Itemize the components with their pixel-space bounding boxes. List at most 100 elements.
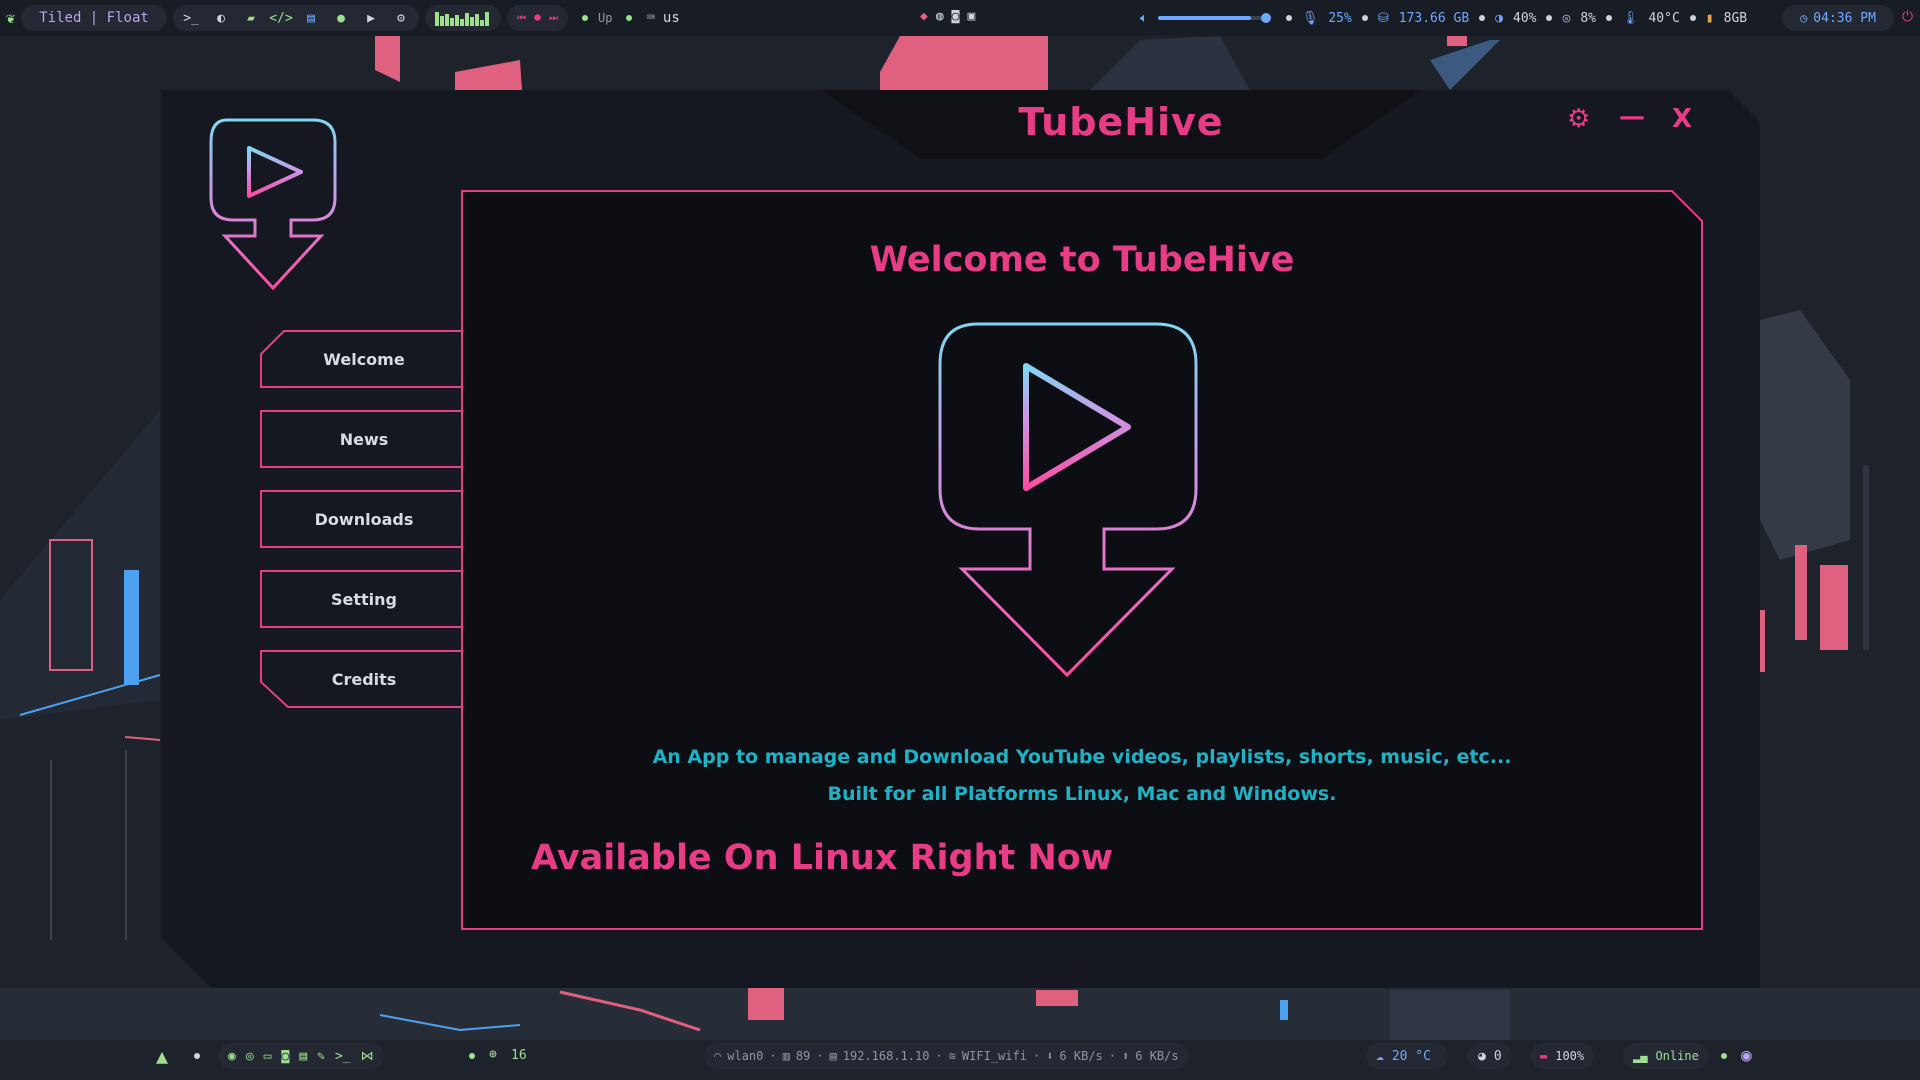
memory-usage[interactable]: 8GB [1724, 11, 1747, 26]
battery-widget[interactable]: ▬ 100% [1530, 1043, 1595, 1069]
workspace-indicator[interactable] [425, 5, 502, 31]
app-title: TubeHive [1018, 100, 1224, 144]
status-dot [582, 15, 589, 21]
volume-slider-fill [1157, 16, 1252, 20]
volume-icon[interactable]: 🔈︎ [1140, 11, 1148, 26]
power-icon[interactable]: ⏻ [1902, 9, 1913, 25]
disk-icon: ⛁ [1377, 10, 1389, 26]
network-interface: wlan0 [727, 1049, 764, 1063]
terminal-icon[interactable]: >_ [335, 1049, 351, 1064]
youtube-icon[interactable]: ▶ [363, 10, 379, 26]
signal-strength: 89 [795, 1049, 811, 1063]
status-dot [1479, 15, 1486, 21]
headset-icon[interactable]: ◍ [936, 9, 944, 24]
leaf-logo-icon[interactable]: ❦ [6, 9, 15, 27]
tubehive-hero-logo-icon [938, 322, 1198, 678]
next-icon[interactable]: ⏭ [549, 13, 558, 24]
app-launcher-group: >_ ◐ ▰ </> ▤ ● ▶ ⚙ [173, 5, 420, 31]
description-line-1: An App to manage and Download YouTube vi… [652, 746, 1512, 768]
microphone-icon: 🎙︎ [1301, 10, 1319, 26]
previous-icon[interactable]: ⏮ [517, 13, 526, 24]
battery-level: 100% [1555, 1049, 1585, 1063]
blender-icon[interactable]: ◉ [1741, 1045, 1752, 1066]
app-tray-icon[interactable]: ◆ [920, 9, 928, 24]
arch-logo-icon[interactable]: ▲ [156, 1044, 168, 1068]
clock-time: 04:36 PM [1813, 10, 1876, 26]
battery-icon: ▬ [1540, 1049, 1548, 1063]
status-dot [1721, 1053, 1727, 1059]
controller-icon[interactable]: ▣ [967, 9, 975, 24]
firefox-icon[interactable]: ◐ [213, 10, 229, 26]
status-dot [626, 15, 633, 21]
memory-icon: ▮ [1705, 10, 1714, 26]
notes-icon[interactable]: ▤ [303, 10, 319, 26]
welcome-heading: Welcome to TubeHive [869, 240, 1295, 280]
network-info[interactable]: ◠ wlan0 · ▥ 89 · ▤ 192.168.1.10 · ≋ WIFI… [704, 1043, 1189, 1069]
github-widget[interactable]: ◕ 0 [1468, 1043, 1512, 1069]
signal-icon: ▥ [782, 1049, 790, 1063]
nav-label: Welcome [323, 349, 405, 369]
nav-setting[interactable]: Setting [260, 570, 468, 628]
terminal-icon[interactable]: >_ [183, 10, 199, 26]
discord-icon[interactable]: ◙ [281, 1049, 289, 1064]
workspace-bars-icon [435, 12, 490, 26]
ip-icon: ▤ [829, 1049, 837, 1063]
nav-credits[interactable]: Credits [260, 650, 468, 708]
volume-slider-handle[interactable] [1260, 13, 1271, 23]
tray-icons: ◆ ◍ ◙ ▣ [920, 9, 975, 24]
updates-label[interactable]: Up [598, 11, 612, 25]
content-panel: Welcome to TubeHive An App to manage and… [461, 190, 1703, 930]
laptop-icon[interactable]: ▭ [264, 1049, 272, 1064]
status-dot [1605, 15, 1612, 21]
settings-gear-icon[interactable]: ⚙ [1567, 104, 1590, 134]
connection-status[interactable]: ▂▄ Online [1623, 1043, 1709, 1069]
workspace-count[interactable]: 16 [511, 1048, 527, 1063]
mic-level[interactable]: 25% [1328, 11, 1351, 26]
files-icon[interactable]: ▰ [243, 10, 259, 26]
minimize-button[interactable]: — [1619, 102, 1645, 132]
close-button[interactable]: X [1672, 104, 1692, 134]
github-icon: ◕ [1478, 1048, 1486, 1064]
layout-switcher[interactable]: Tiled | Float [21, 5, 168, 31]
keyboard-icon: ⌨ [646, 10, 655, 26]
bottom-panel: ▲ ◉ ◎ ▭ ◙ ▤ ✎ >_ ⋈ ⊕ 16 ◠ wlan0 · ▥ 89 ·… [0, 1040, 1920, 1072]
notes-icon[interactable]: ▤ [299, 1049, 307, 1064]
keyboard-layout[interactable]: us [663, 10, 680, 26]
ssid: WIFI_wifi [961, 1049, 1027, 1063]
status-text: Online [1655, 1049, 1699, 1063]
chrome-icon[interactable]: ◉ [228, 1049, 236, 1064]
vscode-icon[interactable]: ⋈ [361, 1049, 374, 1064]
code-icon[interactable]: </> [269, 10, 292, 26]
brightness-icon: ◑ [1495, 10, 1503, 26]
nav-welcome[interactable]: Welcome [260, 330, 468, 388]
cpu-usage[interactable]: 8% [1580, 11, 1596, 26]
editor-icon[interactable]: ✎ [317, 1049, 325, 1064]
ssid-icon: ≋ [948, 1049, 956, 1063]
volume-slider[interactable] [1157, 13, 1271, 23]
weather-widget[interactable]: ☁ 20 °C [1366, 1043, 1448, 1069]
ip-address: 192.168.1.10 [842, 1049, 930, 1063]
signal-bars-icon: ▂▄ [1633, 1049, 1648, 1063]
clock-widget[interactable]: ◷ 04:36 PM [1782, 5, 1894, 31]
nav-label: Credits [331, 669, 397, 689]
brightness-level[interactable]: 40% [1513, 11, 1536, 26]
availability-text: Available On Linux Right Now [531, 838, 1114, 878]
temperature[interactable]: 40°C [1648, 11, 1679, 26]
chat-icon[interactable]: ● [333, 10, 349, 26]
upload-speed: 6 KB/s [1135, 1049, 1179, 1063]
record-icon[interactable]: ⏺ [534, 10, 541, 26]
wifi-icon: ◠ [714, 1049, 722, 1063]
discord-icon[interactable]: ◙ [952, 9, 960, 24]
clock-icon: ◷ [1800, 11, 1808, 25]
nav-news[interactable]: News [260, 410, 468, 468]
updates-icon: ⊕ [489, 1047, 497, 1062]
disk-usage[interactable]: 173.66 GB [1399, 11, 1469, 26]
nav-downloads[interactable]: Downloads [260, 490, 468, 548]
whatsapp-icon[interactable]: ◎ [246, 1049, 254, 1064]
status-dot [1361, 15, 1368, 21]
settings-icon[interactable]: ⚙ [393, 10, 409, 26]
nav-label: News [339, 429, 389, 449]
status-dot [1689, 15, 1696, 21]
github-notifications: 0 [1493, 1048, 1502, 1064]
description-line-2: Built for all Platforms Linux, Mac and W… [827, 783, 1337, 805]
